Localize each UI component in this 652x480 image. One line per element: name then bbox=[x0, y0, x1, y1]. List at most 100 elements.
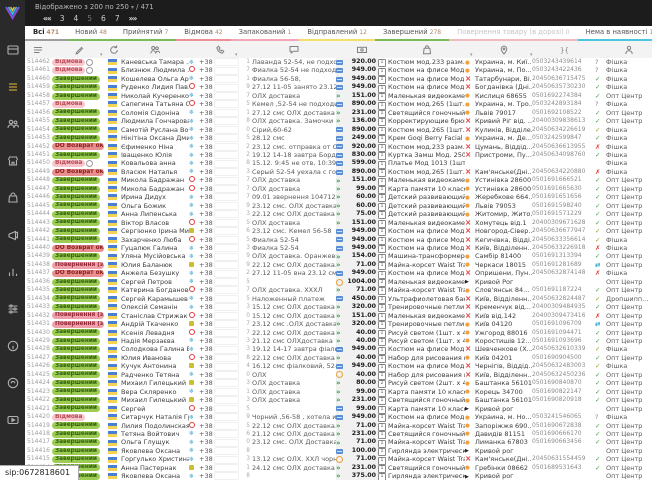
order-row-514428[interactable]: 514428ЗавершенийСолодкова Галина В..❄+38… bbox=[25, 345, 652, 353]
order-row-514413[interactable]: 514413ЗавершенийЯковлева Оксана❄+388»375… bbox=[25, 472, 652, 480]
order-row-514435[interactable]: 514435ЗавершенийКатерина Богданова+387ОЛ… bbox=[25, 286, 652, 294]
client-phone[interactable]: +38 bbox=[199, 210, 241, 218]
client-phone[interactable]: +38 bbox=[199, 379, 241, 387]
order-row-514461[interactable]: 514461ВідмоваБлизнюк Людмила ..+387Фиалк… bbox=[25, 66, 652, 74]
order-row-514447[interactable]: 514447ЗавершенийМикола Бадражан+387ОЛХ д… bbox=[25, 185, 652, 193]
client-phone[interactable]: +38 bbox=[199, 109, 241, 117]
client-phone[interactable]: +38 bbox=[199, 185, 241, 193]
client-phone[interactable]: +38 bbox=[199, 286, 241, 294]
client-phone[interactable]: +38 bbox=[199, 447, 241, 455]
order-row-514459[interactable]: 514459ЗавершенийРуденко Лидия Пав..+3892… bbox=[25, 83, 652, 91]
order-row-514451[interactable]: 514451ЗавершенийІващенко Юлія❄+38219.12 … bbox=[25, 151, 652, 159]
client-phone[interactable]: +38 bbox=[199, 100, 241, 108]
order-row-514433[interactable]: 514433ЗавершенийОлексій Семанін❄+38315.1… bbox=[25, 303, 652, 311]
client-phone[interactable]: +38 bbox=[199, 422, 241, 430]
order-row-514441[interactable]: 514441ЗавершенийЗахарченко Люба+385Фиалк… bbox=[25, 236, 652, 244]
column-header-bag[interactable] bbox=[388, 41, 465, 58]
client-phone[interactable]: +38 bbox=[199, 219, 241, 227]
order-row-514417[interactable]: 514417ЗавершенийОльга Глущук❄+38023.12 с… bbox=[25, 438, 652, 446]
order-row-514449[interactable]: 514449DO Возврат ок...Власюк Наталья❄+38… bbox=[25, 168, 652, 176]
column-header-money[interactable] bbox=[346, 41, 378, 58]
tab-повернення-товару-в-дорозі-[interactable]: Повернення товару (в дорозі)0 bbox=[449, 26, 577, 41]
column-header-people[interactable] bbox=[121, 41, 189, 58]
client-phone[interactable]: +38 bbox=[199, 295, 241, 303]
client-phone[interactable]: +38 bbox=[199, 303, 241, 311]
page-button-3[interactable]: 3 bbox=[60, 14, 65, 23]
order-row-514420[interactable]: 514420ВідмоваСитарчук Наталія Гр..❄+389Ч… bbox=[25, 413, 652, 421]
tab-завершений[interactable]: Завершений278 bbox=[375, 26, 449, 41]
order-row-514445[interactable]: 514445ЗавершенийОльга Божик❄+38923.12 см… bbox=[25, 202, 652, 210]
order-row-514432[interactable]: 514432Повернення (з...Станіслав Стрижак+… bbox=[25, 312, 652, 320]
client-phone[interactable]: +38 bbox=[199, 227, 241, 235]
sidebar-item-settings[interactable] bbox=[0, 290, 25, 327]
order-row-514462[interactable]: 514462ВідмоваКаневська Тамара ..❄+381Лав… bbox=[25, 58, 652, 66]
sidebar-item-storefront[interactable] bbox=[0, 142, 25, 179]
client-phone[interactable]: +38 bbox=[199, 337, 241, 345]
sidebar-item-stats[interactable] bbox=[0, 253, 25, 290]
client-phone[interactable]: +38 bbox=[199, 371, 241, 379]
client-phone[interactable]: +38 bbox=[199, 405, 241, 413]
order-row-514415[interactable]: 514415ЗавершенийГоргулько Христина..❄+38… bbox=[25, 455, 652, 463]
client-phone[interactable]: +38 bbox=[199, 151, 241, 159]
order-row-514434[interactable]: 514434ЗавершенийСергей Карамышев❄+385Нал… bbox=[25, 295, 652, 303]
column-header-pencil[interactable] bbox=[51, 41, 106, 58]
client-phone[interactable]: +38 bbox=[199, 92, 241, 100]
order-row-514458[interactable]: 514458ЗавершенийНиколай Кучеренко❄+387ОЛ… bbox=[25, 92, 652, 100]
client-phone[interactable]: +38 bbox=[199, 320, 241, 328]
client-phone[interactable]: +38 bbox=[199, 58, 241, 66]
client-phone[interactable]: +38 bbox=[199, 388, 241, 396]
order-row-514424[interactable]: 514424ЗавершенийМихаил Гилецький+383ОЛХ … bbox=[25, 379, 652, 387]
order-row-514423[interactable]: 514423ЗавершенийВера Скляренко❄+381ОЛХ д… bbox=[25, 388, 652, 396]
client-phone[interactable]: +38 bbox=[199, 464, 241, 472]
client-phone[interactable]: +38 bbox=[199, 329, 241, 337]
sidebar-item-orders[interactable] bbox=[0, 68, 25, 105]
client-phone[interactable]: +38 bbox=[199, 345, 241, 353]
column-header-ttn[interactable]: }{ bbox=[532, 41, 595, 58]
order-row-514426[interactable]: 514426ЗавершенийКучук Антонина+38416.12 … bbox=[25, 362, 652, 370]
order-row-514446[interactable]: 514446ЗавершенийИрина Дидух❄+38709.01 зв… bbox=[25, 193, 652, 201]
order-row-514455[interactable]: 514455ЗавершенийЛюдмила Гончарова❄+388ОЛ… bbox=[25, 117, 652, 125]
sidebar-item-support[interactable] bbox=[0, 364, 25, 401]
column-header-pin[interactable] bbox=[475, 41, 532, 58]
client-phone[interactable]: +38 bbox=[199, 455, 241, 463]
client-phone[interactable]: +38 bbox=[199, 134, 241, 142]
order-row-514454[interactable]: 514454ЗавершенийСамотій Руслана Во..❄+38… bbox=[25, 126, 652, 134]
order-row-514442[interactable]: 514442ЗавершенийСергіюнко Ірина Ми..+386… bbox=[25, 227, 652, 235]
order-row-514443[interactable]: 514443ЗавершенийВіктор Власов+385ОЛХ дос… bbox=[25, 219, 652, 227]
client-phone[interactable]: +38 bbox=[199, 362, 241, 370]
client-phone[interactable]: +38 bbox=[199, 159, 241, 167]
sidebar-item-clients[interactable] bbox=[0, 105, 25, 142]
client-phone[interactable]: +38 bbox=[199, 244, 241, 252]
client-phone[interactable]: +38 bbox=[199, 143, 241, 151]
client-phone[interactable]: +38 bbox=[199, 168, 241, 176]
order-row-514418[interactable]: 514418ЗавершенийТетяна Войтович❄+38621.1… bbox=[25, 430, 652, 438]
client-phone[interactable]: +38 bbox=[199, 278, 241, 286]
sidebar-item-video[interactable] bbox=[0, 401, 25, 438]
client-phone[interactable]: +38 bbox=[199, 202, 241, 210]
client-phone[interactable]: +38 bbox=[199, 252, 241, 260]
column-header-list[interactable] bbox=[25, 41, 51, 58]
column-header-bubble[interactable] bbox=[252, 41, 336, 58]
client-phone[interactable]: +38 bbox=[199, 354, 241, 362]
client-phone[interactable]: +38 bbox=[199, 83, 241, 91]
sidebar-item-purchases[interactable] bbox=[0, 179, 25, 216]
client-phone[interactable]: +38 bbox=[199, 261, 241, 269]
order-row-514444[interactable]: 514444ЗавершенийАнна Липенська❄+38322.12… bbox=[25, 210, 652, 218]
order-row-514450[interactable]: 514450ВідмоваКовальова анна❄+38815.12. 9… bbox=[25, 159, 652, 167]
client-phone[interactable]: +38 bbox=[199, 193, 241, 201]
client-phone[interactable]: +38 bbox=[199, 430, 241, 438]
order-row-514430[interactable]: 514430ЗавершенийКсенія Левадня+38722.12 … bbox=[25, 329, 652, 337]
order-row-514452[interactable]: 514452DO Возврат ок...Єфименко Ніна❄+382… bbox=[25, 143, 652, 151]
page-button-7[interactable]: 7 bbox=[115, 14, 120, 23]
tab-новий[interactable]: Новий48 bbox=[67, 26, 115, 41]
order-row-514437[interactable]: 514437DO Возврат ок...Анжела Безушку❄+38… bbox=[25, 269, 652, 277]
order-row-514456[interactable]: 514456ЗавершенийСоломія Сідоніна❄+38127.… bbox=[25, 109, 652, 117]
order-row-514416[interactable]: 514416ЗавершенийЯковлева Оксана❄+388100.… bbox=[25, 447, 652, 455]
sidebar-item-dashboard[interactable] bbox=[0, 31, 25, 68]
column-header-person[interactable] bbox=[606, 41, 652, 58]
tab-всі[interactable]: Всі471 bbox=[25, 26, 67, 41]
order-row-514460[interactable]: 514460ЗавершенийКошелева Ольга Ар..❄+381… bbox=[25, 75, 652, 83]
tab-відправлений[interactable]: Відправлений12 bbox=[299, 26, 375, 41]
order-row-514439[interactable]: 514439ЗавершенийУляна Мусійовська❄+389ОЛ… bbox=[25, 252, 652, 260]
client-phone[interactable]: +38 bbox=[199, 236, 241, 244]
